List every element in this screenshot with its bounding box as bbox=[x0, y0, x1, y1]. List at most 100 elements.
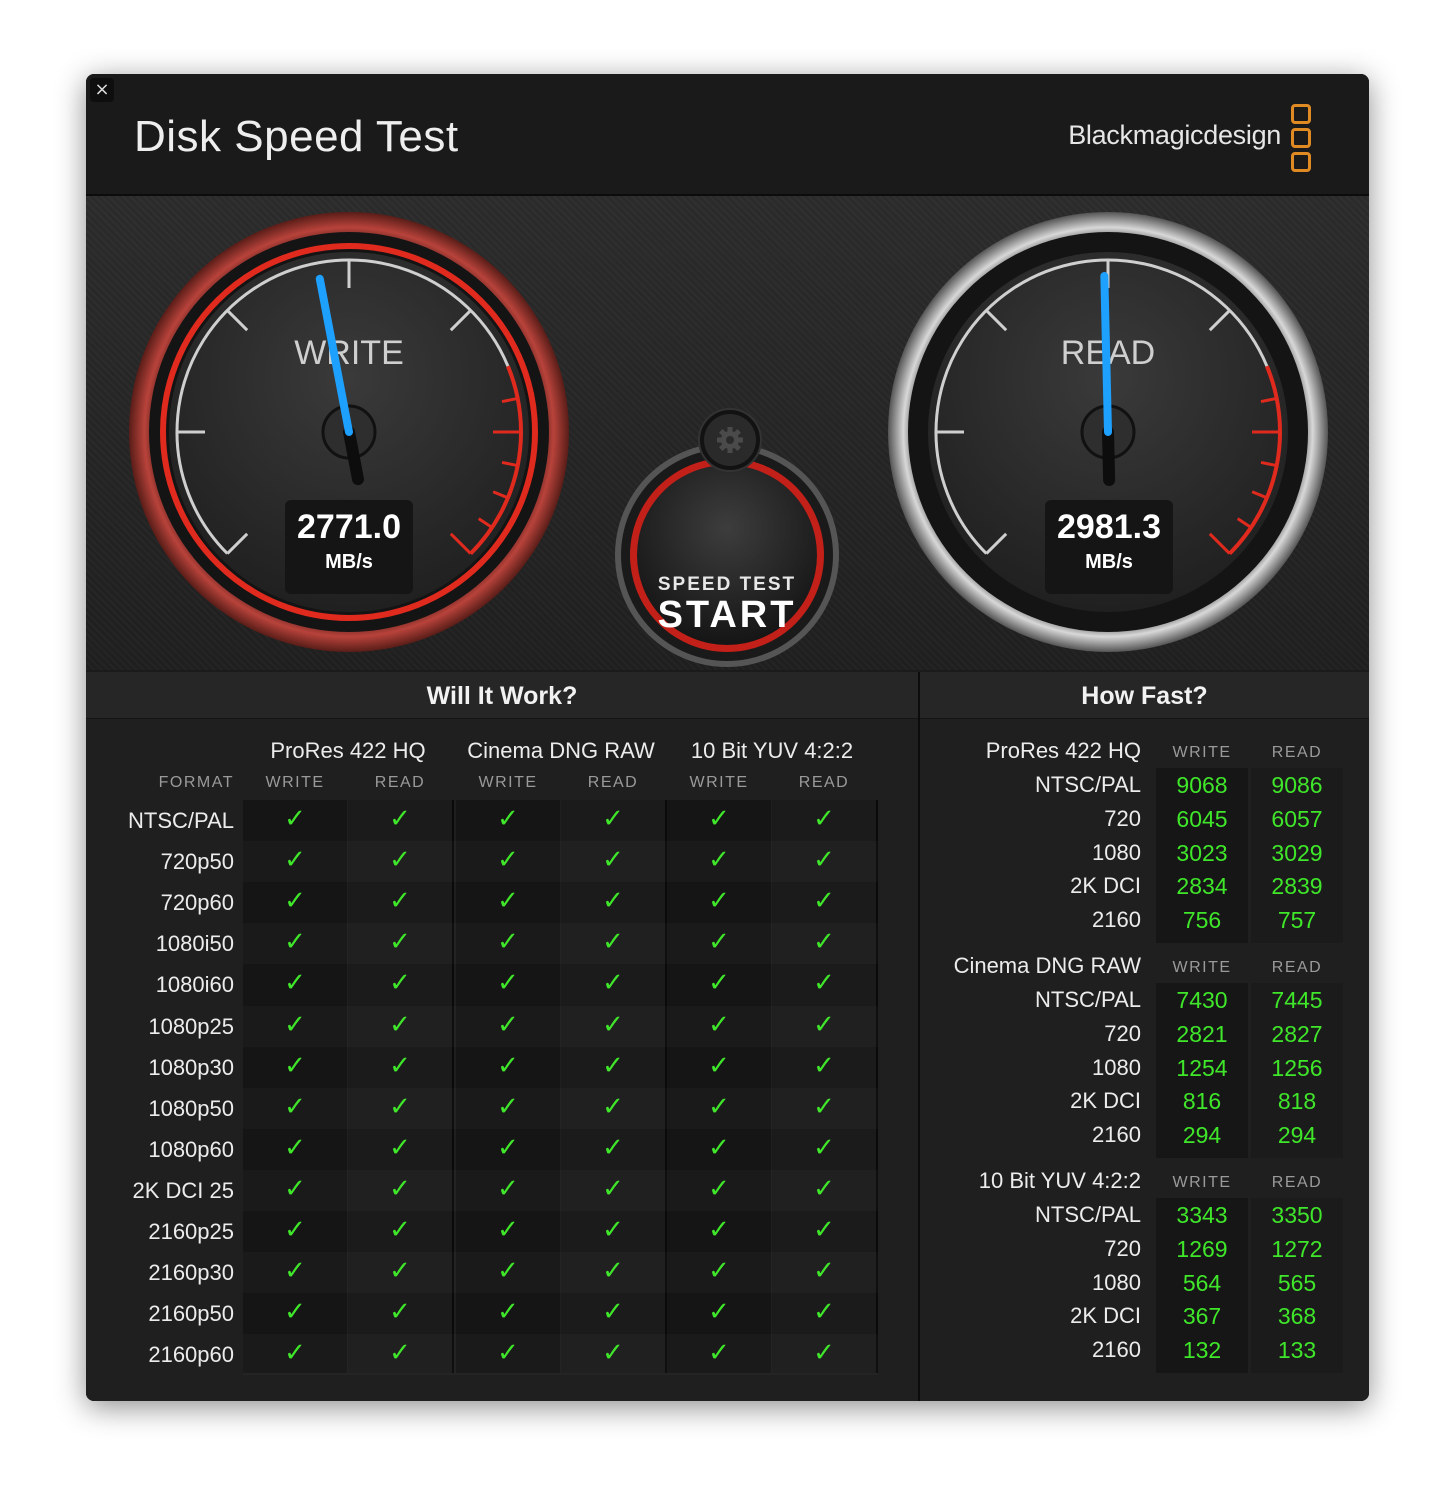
check-icon: ✓ bbox=[497, 1338, 519, 1369]
check-icon: ✓ bbox=[497, 1050, 519, 1081]
check-icon: ✓ bbox=[389, 1132, 411, 1163]
check-icon: ✓ bbox=[813, 1091, 835, 1122]
how-fast-row-label: 2K DCI bbox=[1070, 1303, 1141, 1329]
how-fast-write-value: 756 bbox=[1182, 907, 1222, 934]
format-row-label: 1080i60 bbox=[155, 972, 234, 998]
how-fast-read-header: READ bbox=[1271, 744, 1323, 761]
check-icon: ✓ bbox=[602, 1091, 624, 1122]
check-icon: ✓ bbox=[284, 1297, 306, 1328]
how-fast-write-value: 132 bbox=[1182, 1337, 1222, 1364]
column-subheader: WRITE bbox=[478, 774, 538, 791]
check-icon: ✓ bbox=[602, 968, 624, 999]
how-fast-write-header: WRITE bbox=[1172, 959, 1232, 976]
how-fast-row-label: NTSC/PAL bbox=[1035, 1202, 1141, 1227]
how-fast-row-label: 2160 bbox=[1092, 1122, 1141, 1148]
how-fast-read-header: READ bbox=[1271, 1174, 1323, 1191]
check-icon: ✓ bbox=[602, 1297, 624, 1328]
check-icon: ✓ bbox=[497, 804, 519, 834]
check-icon: ✓ bbox=[389, 845, 411, 876]
format-row-label: 720p50 bbox=[160, 849, 234, 875]
check-icon: ✓ bbox=[708, 968, 730, 999]
check-icon: ✓ bbox=[284, 927, 306, 958]
column-group-header: ProRes 422 HQ bbox=[270, 738, 426, 763]
check-icon: ✓ bbox=[284, 1338, 306, 1369]
check-icon: ✓ bbox=[813, 845, 835, 876]
how-fast-row-label: 2160 bbox=[1092, 907, 1141, 933]
check-icon: ✓ bbox=[389, 1173, 411, 1204]
how-fast-read-value: 368 bbox=[1277, 1303, 1317, 1330]
how-fast-write-value: 1254 bbox=[1176, 1054, 1228, 1081]
how-fast-read-header: READ bbox=[1271, 959, 1323, 976]
settings-button[interactable] bbox=[700, 410, 760, 470]
check-icon: ✓ bbox=[284, 968, 306, 999]
check-icon: ✓ bbox=[708, 845, 730, 876]
how-fast-row-label: 720 bbox=[1104, 1020, 1141, 1046]
check-icon: ✓ bbox=[497, 1132, 519, 1163]
write-speed-unit: MB/s bbox=[325, 551, 373, 573]
how-fast-write-value: 1269 bbox=[1176, 1235, 1228, 1262]
how-fast-read-value: 2839 bbox=[1271, 873, 1323, 900]
check-icon: ✓ bbox=[602, 1338, 624, 1369]
check-icon: ✓ bbox=[813, 1338, 835, 1369]
read-needle bbox=[1100, 272, 1112, 436]
check-icon: ✓ bbox=[708, 1173, 730, 1204]
check-icon: ✓ bbox=[497, 845, 519, 876]
how-fast-read-value: 1272 bbox=[1271, 1235, 1323, 1262]
brand-name: Blackmagicdesign bbox=[1068, 120, 1281, 150]
check-icon: ✓ bbox=[602, 1009, 624, 1040]
check-icon: ✓ bbox=[497, 968, 519, 999]
how-fast-row-label: 2K DCI bbox=[1070, 873, 1141, 899]
check-icon: ✓ bbox=[389, 804, 411, 834]
format-row-label: 1080p50 bbox=[148, 1095, 234, 1121]
check-icon: ✓ bbox=[813, 1215, 835, 1245]
format-row-label: 2160p25 bbox=[148, 1219, 234, 1244]
check-icon: ✓ bbox=[813, 1050, 835, 1081]
how-fast-section-title: ProRes 422 HQ bbox=[985, 738, 1141, 763]
write-speed-value: 2771.0 bbox=[297, 508, 401, 546]
how-fast-row-label: 1080 bbox=[1092, 839, 1141, 865]
how-fast-write-value: 7430 bbox=[1176, 987, 1228, 1013]
format-row-label: 2160p50 bbox=[148, 1301, 234, 1327]
check-icon: ✓ bbox=[602, 927, 624, 958]
close-button[interactable]: × bbox=[90, 78, 114, 102]
how-fast-read-value: 6057 bbox=[1271, 805, 1323, 832]
check-icon: ✓ bbox=[284, 1091, 306, 1122]
will-it-work-title: Will It Work? bbox=[86, 672, 918, 719]
how-fast-read-value: 7445 bbox=[1271, 987, 1323, 1013]
how-fast-row-label: 1080 bbox=[1092, 1054, 1141, 1080]
check-icon: ✓ bbox=[389, 1256, 411, 1287]
check-icon: ✓ bbox=[602, 1256, 624, 1287]
format-row-label: 2160p30 bbox=[148, 1260, 234, 1286]
check-icon: ✓ bbox=[497, 1173, 519, 1204]
how-fast-write-value: 2834 bbox=[1176, 873, 1228, 900]
check-icon: ✓ bbox=[389, 1091, 411, 1122]
check-icon: ✓ bbox=[497, 1215, 519, 1245]
check-icon: ✓ bbox=[813, 1132, 835, 1163]
gear-icon bbox=[717, 427, 743, 453]
how-fast-read-value: 3350 bbox=[1271, 1202, 1323, 1228]
check-icon: ✓ bbox=[708, 1297, 730, 1328]
format-row-label: 1080i50 bbox=[155, 931, 234, 957]
format-row-label: 720p60 bbox=[160, 890, 234, 916]
how-fast-row-label: NTSC/PAL bbox=[1035, 987, 1141, 1012]
check-icon: ✓ bbox=[813, 1173, 835, 1204]
how-fast-read-value: 2827 bbox=[1271, 1020, 1323, 1047]
check-icon: ✓ bbox=[497, 1091, 519, 1122]
column-subheader: WRITE bbox=[265, 774, 325, 791]
start-button[interactable]: SPEED TEST START bbox=[632, 494, 822, 684]
format-header: FORMAT bbox=[158, 774, 234, 791]
write-readout: 2771.0 MB/s bbox=[285, 500, 413, 594]
column-subheader: READ bbox=[798, 774, 850, 791]
check-icon: ✓ bbox=[813, 804, 835, 834]
check-icon: ✓ bbox=[389, 1215, 411, 1245]
how-fast-row-label: 720 bbox=[1104, 1235, 1141, 1261]
check-icon: ✓ bbox=[602, 804, 624, 834]
format-row-label: 1080p60 bbox=[148, 1136, 234, 1162]
format-row-label: NTSC/PAL bbox=[128, 808, 234, 833]
check-icon: ✓ bbox=[708, 1091, 730, 1122]
check-icon: ✓ bbox=[708, 1050, 730, 1081]
read-readout: 2981.3 MB/s bbox=[1045, 500, 1173, 594]
check-icon: ✓ bbox=[284, 804, 306, 834]
check-icon: ✓ bbox=[708, 886, 730, 917]
check-icon: ✓ bbox=[389, 927, 411, 958]
